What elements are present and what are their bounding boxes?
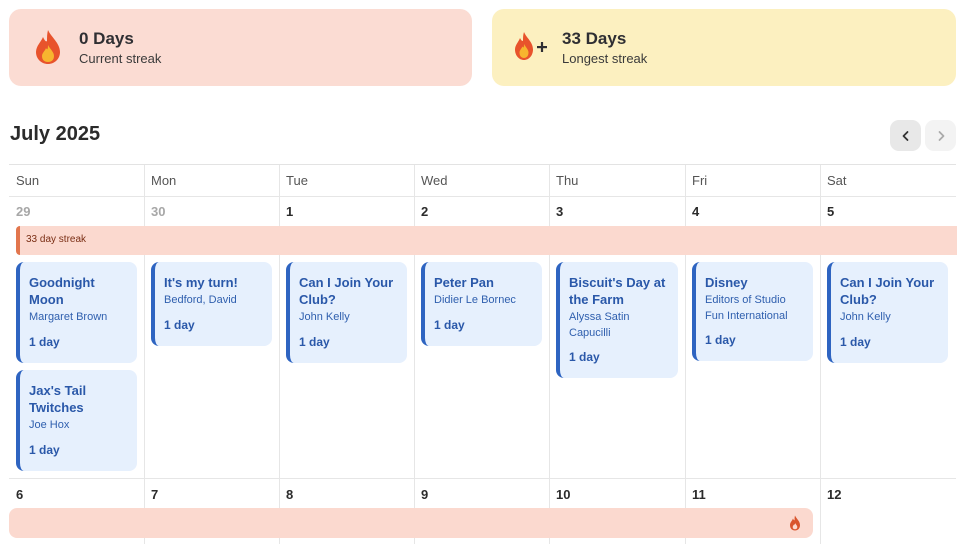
weekday-wed: Wed (421, 173, 448, 188)
book-author: Didier Le Bornec (434, 294, 516, 306)
longest-streak-card: 33 Days Longest streak (492, 9, 956, 86)
book-card[interactable]: Jax's Tail Twitches Joe Hox 1 day (16, 370, 137, 471)
day-number: 1 (286, 204, 294, 219)
book-card[interactable]: Biscuit's Day at the Farm Alyssa Satin C… (556, 262, 678, 378)
day-number: 11 (692, 487, 706, 502)
book-card[interactable]: It's my turn! Bedford, David 1 day (151, 262, 272, 346)
book-author: Alyssa Satin Capucilli (569, 311, 630, 339)
day-number: 2 (421, 204, 429, 219)
book-card[interactable]: Can I Join Your Club? John Kelly 1 day (827, 262, 948, 363)
book-author: Margaret Brown (29, 311, 108, 323)
book-duration: 1 day (299, 335, 330, 349)
book-title: Peter Pan (434, 275, 494, 290)
book-title: Can I Join Your Club? (840, 275, 935, 307)
book-card[interactable]: Can I Join Your Club? John Kelly 1 day (286, 262, 407, 363)
book-title: Biscuit's Day at the Farm (569, 275, 666, 307)
day-number: 3 (556, 204, 564, 219)
book-author: John Kelly (840, 311, 891, 323)
book-duration: 1 day (29, 335, 60, 349)
longest-streak-value: 33 Days (562, 29, 627, 48)
day-number: 8 (286, 487, 294, 502)
flame-icon (36, 30, 60, 64)
book-title: Jax's Tail Twitches (29, 383, 87, 415)
day-number: 30 (151, 204, 166, 219)
book-duration: 1 day (164, 318, 195, 332)
flame-plus-icon (515, 32, 547, 60)
weekday-thu: Thu (556, 173, 579, 188)
streak-bar[interactable]: 33 day streak (16, 226, 957, 255)
day-number: 5 (827, 204, 835, 219)
chevron-left-icon (902, 130, 908, 141)
book-duration: 1 day (569, 350, 600, 364)
book-author: John Kelly (299, 311, 350, 323)
day-number: 29 (16, 204, 31, 219)
book-duration: 1 day (840, 335, 871, 349)
streak-label: 33 day streak (26, 234, 87, 245)
streak-bar[interactable] (9, 508, 813, 538)
chevron-right-icon (938, 130, 944, 141)
weekday-mon: Mon (151, 173, 177, 188)
longest-streak-label: Longest streak (562, 51, 648, 66)
book-title: It's my turn! (164, 275, 238, 290)
day-number: 9 (421, 487, 429, 502)
current-streak-value: 0 Days (79, 29, 134, 48)
book-author: Bedford, David (164, 294, 237, 306)
previous-month-button[interactable] (890, 120, 921, 151)
day-number: 12 (827, 487, 842, 502)
day-number: 6 (16, 487, 24, 502)
next-month-button[interactable] (925, 120, 956, 151)
day-number: 10 (556, 487, 571, 502)
book-duration: 1 day (29, 443, 60, 457)
book-author: Editors of Studio Fun International (705, 294, 788, 322)
day-number: 4 (692, 204, 700, 219)
book-card[interactable]: Disney Editors of Studio Fun Internation… (692, 262, 813, 361)
flame-icon (790, 515, 800, 531)
book-title: Goodnight Moon (29, 275, 95, 307)
calendar-grid: Sun Mon Tue Wed Thu Fri Sat 29 30 1 2 3 … (9, 164, 956, 544)
book-card[interactable]: Goodnight Moon Margaret Brown 1 day (16, 262, 137, 363)
weekday-sat: Sat (827, 173, 847, 188)
book-duration: 1 day (705, 333, 736, 347)
current-streak-label: Current streak (79, 51, 162, 66)
book-title: Disney (705, 275, 748, 290)
weekday-sun: Sun (16, 173, 40, 188)
current-streak-card: 0 Days Current streak (9, 9, 472, 86)
weekday-tue: Tue (286, 173, 308, 188)
weekday-fri: Fri (692, 173, 708, 188)
day-number: 7 (151, 487, 159, 502)
book-author: Joe Hox (29, 419, 70, 431)
book-duration: 1 day (434, 318, 465, 332)
month-title: July 2025 (10, 123, 101, 145)
book-title: Can I Join Your Club? (299, 275, 394, 307)
book-card[interactable]: Peter Pan Didier Le Bornec 1 day (421, 262, 542, 346)
